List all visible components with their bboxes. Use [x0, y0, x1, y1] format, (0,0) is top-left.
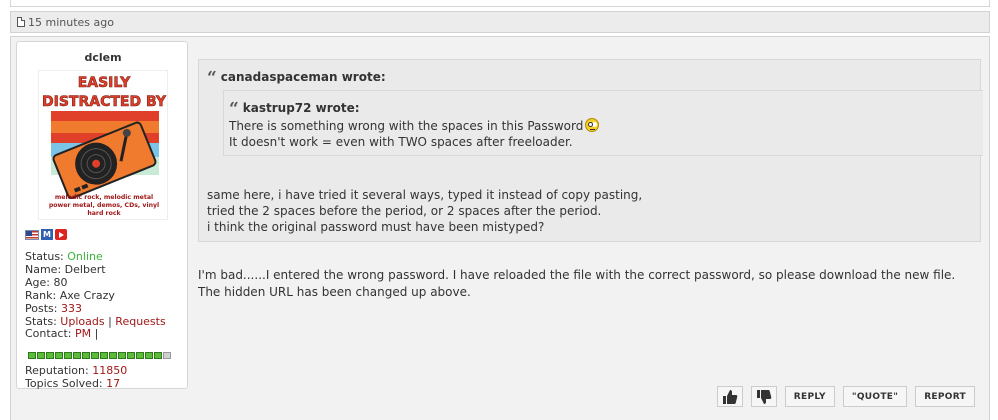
quote-text: same here, i have tried it several ways,…: [207, 188, 643, 234]
quote-mark-icon: “: [207, 68, 217, 88]
reputation-pip: [28, 352, 36, 359]
pm-link[interactable]: PM: [75, 327, 91, 340]
reputation-bar: [28, 352, 171, 359]
report-button[interactable]: REPORT: [915, 386, 975, 407]
reputation-pip: [91, 352, 99, 359]
reputation-pip: [55, 352, 63, 359]
quote-mark-icon: “: [229, 99, 239, 119]
reply-button[interactable]: REPLY: [784, 386, 835, 407]
previous-post-frame: [10, 0, 990, 7]
avatar[interactable]: EASILY DISTRACTED BY melodic rock, melod…: [38, 70, 168, 220]
reputation-pip: [163, 352, 171, 359]
avatar-caption-2: power metal, demos, CDs, vinyl: [49, 202, 159, 209]
reputation-stats: Reputation: 11850 Topics Solved: 17: [25, 364, 127, 391]
m-badge-icon[interactable]: M: [41, 229, 53, 240]
post-time-bar: 15 minutes ago: [10, 11, 990, 33]
reputation-pip: [37, 352, 45, 359]
user-stats: Status: Online Name: Delbert Age: 80 Ran…: [25, 250, 166, 341]
topics-solved-row: Topics Solved: 17: [25, 376, 121, 390]
nested-quote-text: There is something wrong with the spaces…: [229, 118, 600, 150]
reputation-pip: [127, 352, 135, 359]
reputation-pip: [136, 352, 144, 359]
quote-author: “canadaspaceman wrote:: [207, 68, 386, 88]
quote-block: “canadaspaceman wrote: “kastrup72 wrote:…: [198, 59, 983, 242]
post-time: 15 minutes ago: [28, 15, 114, 29]
avatar-caption-1: melodic rock, melodic metal: [55, 194, 153, 201]
avatar-headline-2: DISTRACTED BY: [42, 94, 167, 110]
reputation-pip: [82, 352, 90, 359]
us-flag-icon: [25, 229, 39, 240]
page-icon: [17, 17, 25, 27]
thumbs-up-icon: [722, 389, 738, 404]
nested-quote-block: “kastrup72 wrote: There is something wro…: [223, 90, 983, 156]
posts-count-link[interactable]: 333: [61, 302, 82, 315]
reputation-pip: [64, 352, 72, 359]
youtube-icon[interactable]: [55, 229, 67, 240]
reputation-pip: [145, 352, 153, 359]
reputation-pip: [100, 352, 108, 359]
nested-quote-author: “kastrup72 wrote:: [229, 99, 360, 119]
username[interactable]: dclem: [17, 51, 189, 64]
user-badges: M: [25, 229, 67, 240]
reputation-pip: [73, 352, 81, 359]
requests-link[interactable]: Requests: [115, 315, 165, 328]
reputation-pip: [46, 352, 54, 359]
thumbs-down-button[interactable]: [750, 386, 777, 407]
forum-post: dclem EASILY DISTRACTED BY melodic rock,…: [10, 36, 990, 420]
status-online: Online: [67, 250, 103, 263]
uploads-link[interactable]: Uploads: [60, 315, 104, 328]
thumbs-up-button[interactable]: [716, 386, 743, 407]
thumbs-down-icon: [756, 389, 772, 404]
reputation-pip: [118, 352, 126, 359]
post-body: I'm bad......I entered the wrong passwor…: [198, 268, 956, 299]
user-profile-card: dclem EASILY DISTRACTED BY melodic rock,…: [16, 41, 189, 391]
reputation-pip: [154, 352, 162, 359]
quote-button[interactable]: "QUOTE": [842, 386, 908, 407]
post-actions: REPLY "QUOTE" REPORT: [716, 386, 975, 407]
contact-row: Contact: PM |: [25, 327, 99, 341]
avatar-headline-1: EASILY: [78, 75, 131, 91]
avatar-caption-3: hard rock: [87, 210, 121, 217]
reputation-pip: [109, 352, 117, 359]
confused-smiley-icon: [585, 118, 600, 132]
